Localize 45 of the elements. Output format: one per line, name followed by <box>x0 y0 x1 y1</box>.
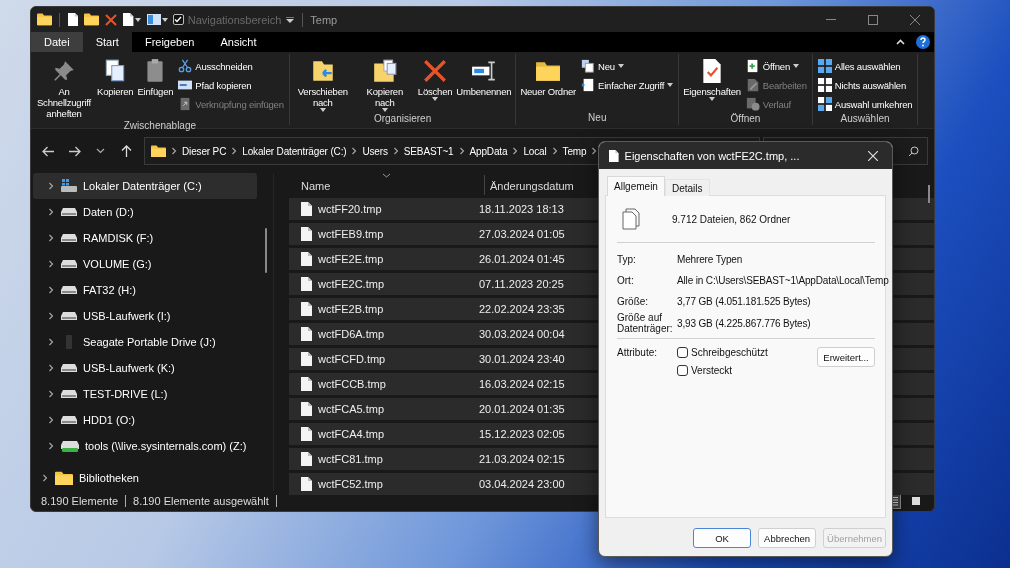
modified-date: 15.12.2023 02:05 <box>479 428 565 440</box>
file-name: wctFCCB.tmp <box>318 378 386 390</box>
ribbon-group-label: Zwischenablage <box>122 120 198 131</box>
file-name: wctFE2B.tmp <box>318 303 384 315</box>
property-value: Mehrere Typen <box>677 254 743 265</box>
property-value: Alle in C:\Users\SEBAST~1\AppData\Local\Temp <box>677 275 889 286</box>
modified-date: 30.03.2024 00:04 <box>479 328 565 340</box>
modified-date: 26.01.2024 01:45 <box>479 253 565 265</box>
ribbon-group-label: Organisieren <box>372 113 433 125</box>
file-name: wctFC81.tmp <box>318 453 383 465</box>
file-name: wctFE2E.tmp <box>318 253 384 265</box>
file-name: wctFCA5.tmp <box>318 403 384 415</box>
property-label: Größe: <box>617 296 650 307</box>
modified-date: 03.04.2024 23:00 <box>479 478 565 490</box>
modified-date: 07.11.2023 20:25 <box>479 278 564 290</box>
modified-date: 20.01.2024 01:35 <box>479 403 565 415</box>
modified-date: 18.11.2023 18:13 <box>479 203 564 215</box>
property-value: 3,93 GB (4.225.867.776 Bytes) <box>677 317 811 329</box>
checkbox-label: Schreibgeschützt <box>691 347 768 358</box>
modified-date: 30.01.2024 23:40 <box>479 353 565 365</box>
file-name: wctFF20.tmp <box>318 203 382 215</box>
modified-date: 16.03.2024 02:15 <box>479 378 565 390</box>
file-name: wctFD6A.tmp <box>318 328 384 340</box>
file-name: wctFC52.tmp <box>318 478 383 490</box>
file-name: wctFCA4.tmp <box>318 428 384 440</box>
property-label: Typ: <box>617 254 637 265</box>
checkbox-label: Navigationsbereich <box>187 13 282 26</box>
property-label: Größe auf Datenträger: <box>617 312 674 334</box>
property-label: Attribute: <box>617 347 659 358</box>
ribbon-group-label: Öffnen <box>729 113 762 125</box>
file-name: wctFE2C.tmp <box>318 278 384 290</box>
modified-date: 21.03.2024 02:15 <box>479 453 565 465</box>
status-text: 8.190 Elemente <box>41 495 119 507</box>
ribbon-group-label: Neu <box>587 112 608 125</box>
file-name: wctFEB9.tmp <box>318 228 384 240</box>
status-text: 8.190 Elemente ausgewählt <box>133 495 269 507</box>
summary-text: 9.712 Dateien, 862 Ordner <box>672 213 791 225</box>
file-name: wctFCFD.tmp <box>318 353 386 365</box>
ribbon-group-label: Auswählen <box>839 113 891 125</box>
property-label: Ort: <box>617 275 635 286</box>
property-value: 3,77 GB (4.051.181.525 Bytes) <box>677 296 811 307</box>
modified-date: 22.02.2024 23:35 <box>479 303 565 315</box>
checkbox-label: Versteckt <box>691 365 733 376</box>
window-title: Temp <box>310 13 338 26</box>
modified-date: 27.03.2024 01:05 <box>479 228 565 240</box>
